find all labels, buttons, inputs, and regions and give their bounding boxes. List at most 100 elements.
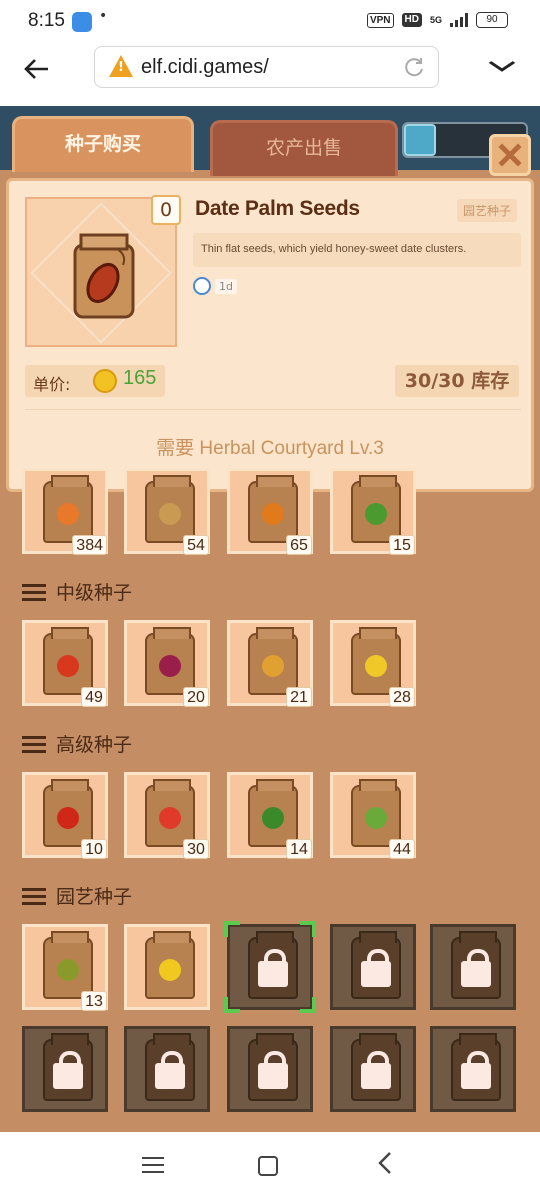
locked-seed-slot[interactable] xyxy=(124,1026,210,1112)
lock-icon xyxy=(361,949,391,987)
lock-icon xyxy=(258,949,288,987)
banana-icon xyxy=(159,959,181,981)
seed-bag-icon xyxy=(351,475,401,543)
seed-count: 13 xyxy=(81,991,107,1011)
seed-slot-pumpkin[interactable]: 65 xyxy=(227,468,313,555)
seed-count: 49 xyxy=(81,687,107,707)
locked-seed-slot[interactable] xyxy=(430,924,516,1010)
section-title: 高级种子 xyxy=(22,730,132,757)
system-icons: VPN HD 5G 90 xyxy=(366,12,508,28)
seed-slot-beet[interactable]: 20 xyxy=(124,620,210,707)
seed-slot-broccoli[interactable]: 15 xyxy=(330,468,416,555)
selection-corner xyxy=(300,997,316,1013)
list-icon xyxy=(22,887,46,905)
seed-count: 30 xyxy=(183,839,209,859)
seed-slot-banana[interactable] xyxy=(124,924,210,1010)
seed-bag-icon xyxy=(248,475,298,543)
seed-category-badge: 园艺种子 xyxy=(456,199,517,222)
warning-triangle-icon[interactable]: ! xyxy=(109,55,133,77)
seed-slot-watermelon[interactable]: 14 xyxy=(227,772,313,859)
broccoli-icon xyxy=(365,503,387,525)
beet-icon xyxy=(159,655,181,677)
locked-seed-slot[interactable] xyxy=(330,1026,416,1112)
seed-count: 15 xyxy=(389,535,415,555)
seed-bag-icon xyxy=(145,475,195,543)
divider xyxy=(25,409,521,410)
seed-name: Date Palm Seeds xyxy=(195,197,360,220)
seed-slot-potato[interactable]: 54 xyxy=(124,468,210,555)
pumpkin-icon xyxy=(262,503,284,525)
system-nav-bar xyxy=(0,1132,540,1200)
seed-count: 10 xyxy=(81,839,107,859)
owned-quantity-badge: 0 xyxy=(151,195,181,225)
back-icon[interactable] xyxy=(376,1150,394,1183)
locked-seed-slot[interactable] xyxy=(227,1026,313,1112)
hd-icon: HD xyxy=(401,13,422,27)
locked-seed-slot[interactable] xyxy=(430,1026,516,1112)
chili-icon xyxy=(57,807,79,829)
seed-slot-carrot[interactable]: 384 xyxy=(22,468,108,555)
price-box: 单价: 165 xyxy=(25,365,165,397)
date-seed-bag-icon xyxy=(73,233,135,319)
tab-seed-purchase[interactable]: 种子购买 xyxy=(12,116,194,172)
wheat-icon xyxy=(262,655,284,677)
tab-produce-sale[interactable]: 农产出售 xyxy=(210,120,398,176)
address-bar[interactable]: ! elf.cidi.games/ xyxy=(94,46,439,88)
seed-bag-icon xyxy=(145,931,195,999)
aloe-icon xyxy=(365,807,387,829)
seed-slot-wheat[interactable]: 21 xyxy=(227,620,313,707)
seed-slot-strawberry[interactable]: 30 xyxy=(124,772,210,859)
status-time: 8:15 xyxy=(28,10,65,31)
lock-icon xyxy=(461,1051,491,1089)
url-text[interactable]: elf.cidi.games/ xyxy=(141,56,269,79)
home-icon[interactable] xyxy=(258,1156,278,1176)
strawberry-icon xyxy=(159,807,181,829)
seed-count: 65 xyxy=(286,535,312,555)
corn-icon xyxy=(365,655,387,677)
gem-icon xyxy=(404,124,436,156)
menu-icon[interactable] xyxy=(142,1156,164,1174)
arrow-left-icon[interactable] xyxy=(22,54,56,88)
seed-slot-aloe[interactable]: 44 xyxy=(330,772,416,859)
seed-bag-icon xyxy=(248,779,298,847)
seed-bag-icon xyxy=(43,779,93,847)
status-bar: 8:15 • VPN HD 5G 90 xyxy=(0,0,540,40)
lock-icon xyxy=(155,1051,185,1089)
game-canvas: 种子购买 农产出售 0 Date Palm Seeds 园艺种子 Thin fl… xyxy=(0,106,540,1132)
section-title-text: 高级种子 xyxy=(56,734,133,756)
price-label: 单价: xyxy=(33,375,71,394)
carrot-icon xyxy=(57,503,79,525)
stock-counter: 30/30 库存 xyxy=(395,365,519,397)
potato-icon xyxy=(159,503,181,525)
locked-seed-slot[interactable] xyxy=(330,924,416,1010)
seed-slot-tomato[interactable]: 49 xyxy=(22,620,108,707)
seed-slot-corn[interactable]: 28 xyxy=(330,620,416,707)
seed-bag-icon xyxy=(351,627,401,695)
seed-description: Thin flat seeds, which yield honey-sweet… xyxy=(201,243,467,255)
locked-seed-slot[interactable] xyxy=(224,921,316,1013)
list-icon xyxy=(22,735,46,753)
grow-time-value: 1d xyxy=(215,278,237,294)
reload-icon[interactable] xyxy=(402,55,426,79)
seed-bag-icon xyxy=(351,779,401,847)
network-type: 5G xyxy=(429,15,442,25)
notification-dot-icon: • xyxy=(99,8,108,24)
requirement-text: 需要 Herbal Courtyard Lv.3 xyxy=(156,438,384,459)
section-title-text: 中级种子 xyxy=(56,582,133,604)
lock-icon xyxy=(361,1051,391,1089)
section-title: 园艺种子 xyxy=(22,882,132,909)
chevron-down-icon[interactable] xyxy=(487,54,517,79)
selection-corner xyxy=(224,997,240,1013)
seed-description-box: Thin flat seeds, which yield honey-sweet… xyxy=(193,233,521,267)
seed-slot-kiwi[interactable]: 13 xyxy=(22,924,108,1011)
seed-count: 14 xyxy=(286,839,312,859)
close-button[interactable] xyxy=(489,134,531,176)
lock-icon xyxy=(461,949,491,987)
section-title-text: 园艺种子 xyxy=(56,886,133,908)
tomato-icon xyxy=(57,655,79,677)
section-title: 中级种子 xyxy=(22,578,132,605)
grow-time: 1d xyxy=(193,277,237,295)
seed-slot-chili[interactable]: 10 xyxy=(22,772,108,859)
seed-detail-panel: 0 Date Palm Seeds 园艺种子 Thin flat seeds, … xyxy=(6,178,534,492)
locked-seed-slot[interactable] xyxy=(22,1026,108,1112)
